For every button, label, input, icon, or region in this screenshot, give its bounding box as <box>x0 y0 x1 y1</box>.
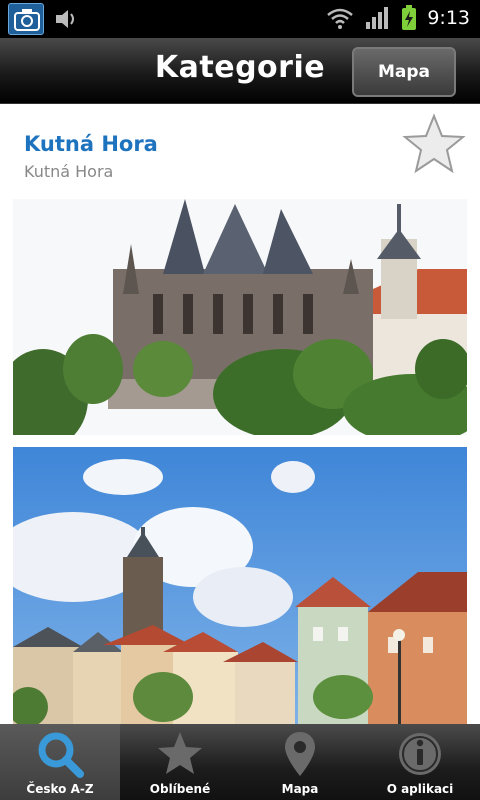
place-detail: Kutná Hora Kutná Hora <box>0 104 480 724</box>
cathedral-photo <box>13 199 467 435</box>
favorite-button[interactable] <box>402 112 466 176</box>
clock-time: 9:13 <box>427 7 470 29</box>
town-square-photo <box>13 447 467 724</box>
place-subtitle: Kutná Hora <box>24 162 114 181</box>
tab-cesko-a-z[interactable]: Česko A-Z <box>0 724 120 800</box>
camera-icon <box>8 3 44 35</box>
tab-label: Oblíbené <box>149 782 211 796</box>
star-outline-icon <box>402 113 466 174</box>
bottom-tab-bar: Česko A-Z Oblíbené Mapa O aplikaci <box>0 724 480 800</box>
wifi-icon <box>327 8 354 29</box>
info-icon <box>399 733 441 775</box>
search-icon <box>38 732 84 778</box>
place-name[interactable]: Kutná Hora <box>24 132 158 156</box>
tab-o-aplikaci[interactable]: O aplikaci <box>360 724 480 800</box>
battery-charging-icon <box>402 5 417 30</box>
tab-label: Česko A-Z <box>26 782 94 796</box>
star-icon <box>158 732 202 774</box>
tab-oblibene[interactable]: Oblíbené <box>120 724 240 800</box>
volume-icon <box>56 10 74 28</box>
tab-label: O aplikaci <box>386 782 454 796</box>
map-pin-icon <box>285 732 315 776</box>
title-bar: Kategorie Mapa <box>0 38 480 104</box>
tab-label: Mapa <box>281 782 319 796</box>
map-button[interactable]: Mapa <box>352 47 456 97</box>
tab-mapa[interactable]: Mapa <box>240 724 360 800</box>
signal-icon <box>366 7 389 29</box>
status-bar: 9:13 <box>0 0 480 38</box>
